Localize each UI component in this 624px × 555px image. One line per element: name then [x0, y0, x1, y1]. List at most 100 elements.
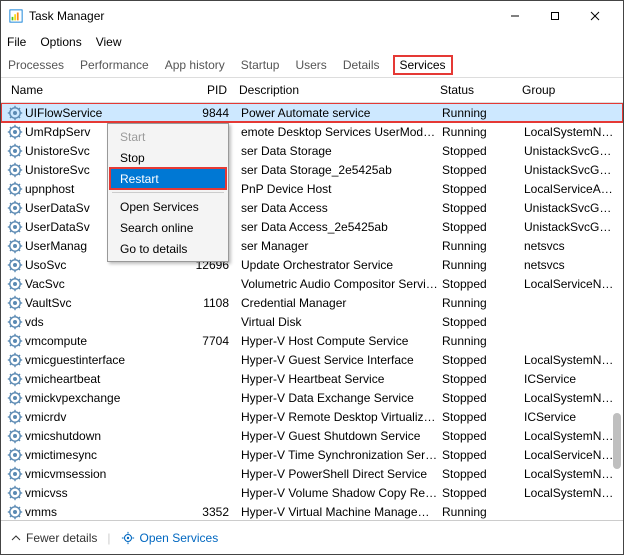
table-row[interactable]: vdsVirtual DiskStopped [1, 312, 623, 331]
menu-options[interactable]: Options [40, 35, 81, 49]
service-desc: ser Data Access [233, 201, 438, 215]
service-desc: Hyper-V Remote Desktop Virtualizati... [233, 410, 438, 424]
menu-open-services[interactable]: Open Services [110, 196, 226, 217]
table-row[interactable]: vmicguestinterface Hyper-V Guest Service … [1, 350, 623, 369]
service-group: LocalSystemNe... [520, 467, 623, 481]
header-name[interactable]: Name [1, 83, 191, 97]
table-row[interactable]: vmictimesyncHyper-V Time Synchronization… [1, 445, 623, 464]
service-group: UnistackSvcGro... [520, 201, 623, 215]
open-services-button[interactable]: Open Services [121, 531, 219, 545]
service-icon [7, 352, 23, 368]
service-status: Running [438, 296, 520, 310]
service-status: Stopped [438, 163, 520, 177]
service-pid: 7704 [191, 334, 233, 348]
table-row[interactable]: vmickvpexchangeHyper-V Data Exchange Ser… [1, 388, 623, 407]
service-icon [7, 105, 23, 121]
table-row[interactable]: vmcompute7704Hyper-V Host Compute Servic… [1, 331, 623, 350]
table-row[interactable]: vmicrdv Hyper-V Remote Desktop Virtualiza… [1, 407, 623, 426]
menu-restart[interactable]: Restart [110, 168, 226, 189]
service-status: Stopped [438, 372, 520, 386]
service-status: Running [438, 106, 520, 120]
fewer-details-button[interactable]: Fewer details [11, 531, 97, 545]
tab-app-history[interactable]: App history [162, 56, 228, 74]
tab-users[interactable]: Users [292, 56, 329, 74]
service-icon [7, 447, 23, 463]
service-icon [7, 333, 23, 349]
menu-search-online[interactable]: Search online [110, 217, 226, 238]
service-desc: Hyper-V Guest Service Interface [233, 353, 438, 367]
title-bar[interactable]: Task Manager [1, 1, 623, 31]
service-group: LocalSystemNe... [520, 429, 623, 443]
menu-goto-details[interactable]: Go to details [110, 238, 226, 259]
service-status: Stopped [438, 448, 520, 462]
table-row[interactable]: vmms3352Hyper-V Virtual Machine Manageme… [1, 502, 623, 520]
tab-details[interactable]: Details [340, 56, 383, 74]
service-icon [7, 295, 23, 311]
service-status: Running [438, 334, 520, 348]
chevron-up-icon [11, 533, 21, 543]
header-status[interactable]: Status [436, 83, 518, 97]
service-icon [7, 124, 23, 140]
service-desc: Hyper-V PowerShell Direct Service [233, 467, 438, 481]
menu-stop[interactable]: Stop [110, 147, 226, 168]
service-icon [7, 257, 23, 273]
context-menu: StartStopRestart Open ServicesSearch onli… [107, 123, 229, 262]
service-icon [7, 371, 23, 387]
service-pid: 1108 [191, 296, 233, 310]
table-row[interactable]: UsoSvc12696Update Orchestrator ServiceRu… [1, 255, 623, 274]
tab-performance[interactable]: Performance [77, 56, 152, 74]
footer-bar: Fewer details | Open Services [1, 520, 623, 554]
table-row[interactable]: VacSvcVolumetric Audio Compositor Servic… [1, 274, 623, 293]
table-row[interactable]: UserManagser ManagerRunningnetsvcs [1, 236, 623, 255]
tab-processes[interactable]: Processes [5, 56, 67, 74]
service-name: vmicvmsession [25, 467, 191, 481]
service-desc: emote Desktop Services UserMode ... [233, 125, 438, 139]
service-status: Stopped [438, 220, 520, 234]
table-row[interactable]: UserDataSvser Data Access_2e5425abStoppe… [1, 217, 623, 236]
menu-file[interactable]: File [7, 35, 26, 49]
services-list[interactable]: UIFlowService9844Power Automate serviceR… [1, 103, 623, 520]
tab-services[interactable]: Services [393, 55, 453, 75]
table-row[interactable]: UnistoreSvcser Data StorageStoppedUnista… [1, 141, 623, 160]
service-desc: Hyper-V Guest Shutdown Service [233, 429, 438, 443]
service-name: vmicrdv [25, 410, 191, 424]
table-row[interactable]: vmicheartbeatHyper-V Heartbeat ServiceSt… [1, 369, 623, 388]
service-icon [7, 390, 23, 406]
maximize-button[interactable] [535, 4, 575, 28]
minimize-button[interactable] [495, 4, 535, 28]
window-title: Task Manager [29, 9, 495, 23]
service-status: Stopped [438, 277, 520, 291]
header-description[interactable]: Description [231, 83, 436, 97]
service-status: Stopped [438, 429, 520, 443]
service-name: vmicguestinterface [25, 353, 191, 367]
header-group[interactable]: Group [518, 83, 623, 97]
table-row[interactable]: vmicshutdownHyper-V Guest Shutdown Servi… [1, 426, 623, 445]
service-desc: Hyper-V Host Compute Service [233, 334, 438, 348]
table-row[interactable]: UnistoreSvcser Data Storage_2e5425abStop… [1, 160, 623, 179]
service-desc: ser Manager [233, 239, 438, 253]
table-row[interactable]: upnphostPnP Device HostStoppedLocalServi… [1, 179, 623, 198]
service-icon [7, 238, 23, 254]
service-group: LocalSystemNe... [520, 391, 623, 405]
scrollbar-thumb[interactable] [613, 413, 621, 469]
menu-start[interactable]: Start [110, 126, 226, 147]
service-icon [7, 314, 23, 330]
table-row[interactable]: UmRdpServemote Desktop Services UserMode… [1, 122, 623, 141]
table-row[interactable]: UserDataSvser Data AccessStoppedUnistack… [1, 198, 623, 217]
table-row[interactable]: UIFlowService9844Power Automate serviceR… [1, 103, 623, 122]
service-group: LocalSystemNe... [520, 125, 623, 139]
service-group: LocalServiceNe... [520, 277, 623, 291]
service-group: netsvcs [520, 239, 623, 253]
table-row[interactable]: vmicvmsession Hyper-V PowerShell Direct S… [1, 464, 623, 483]
tab-startup[interactable]: Startup [238, 56, 283, 74]
service-icon [7, 504, 23, 520]
service-status: Stopped [438, 144, 520, 158]
app-icon [9, 9, 23, 23]
menu-view[interactable]: View [96, 35, 122, 49]
table-row[interactable]: VaultSvc1108Credential ManagerRunning [1, 293, 623, 312]
service-desc: Hyper-V Time Synchronization Service [233, 448, 438, 462]
close-button[interactable] [575, 4, 615, 28]
service-group: LocalServiceNe... [520, 448, 623, 462]
table-row[interactable]: vmicvssHyper-V Volume Shadow Copy Reque.… [1, 483, 623, 502]
header-pid[interactable]: PID [191, 83, 231, 97]
